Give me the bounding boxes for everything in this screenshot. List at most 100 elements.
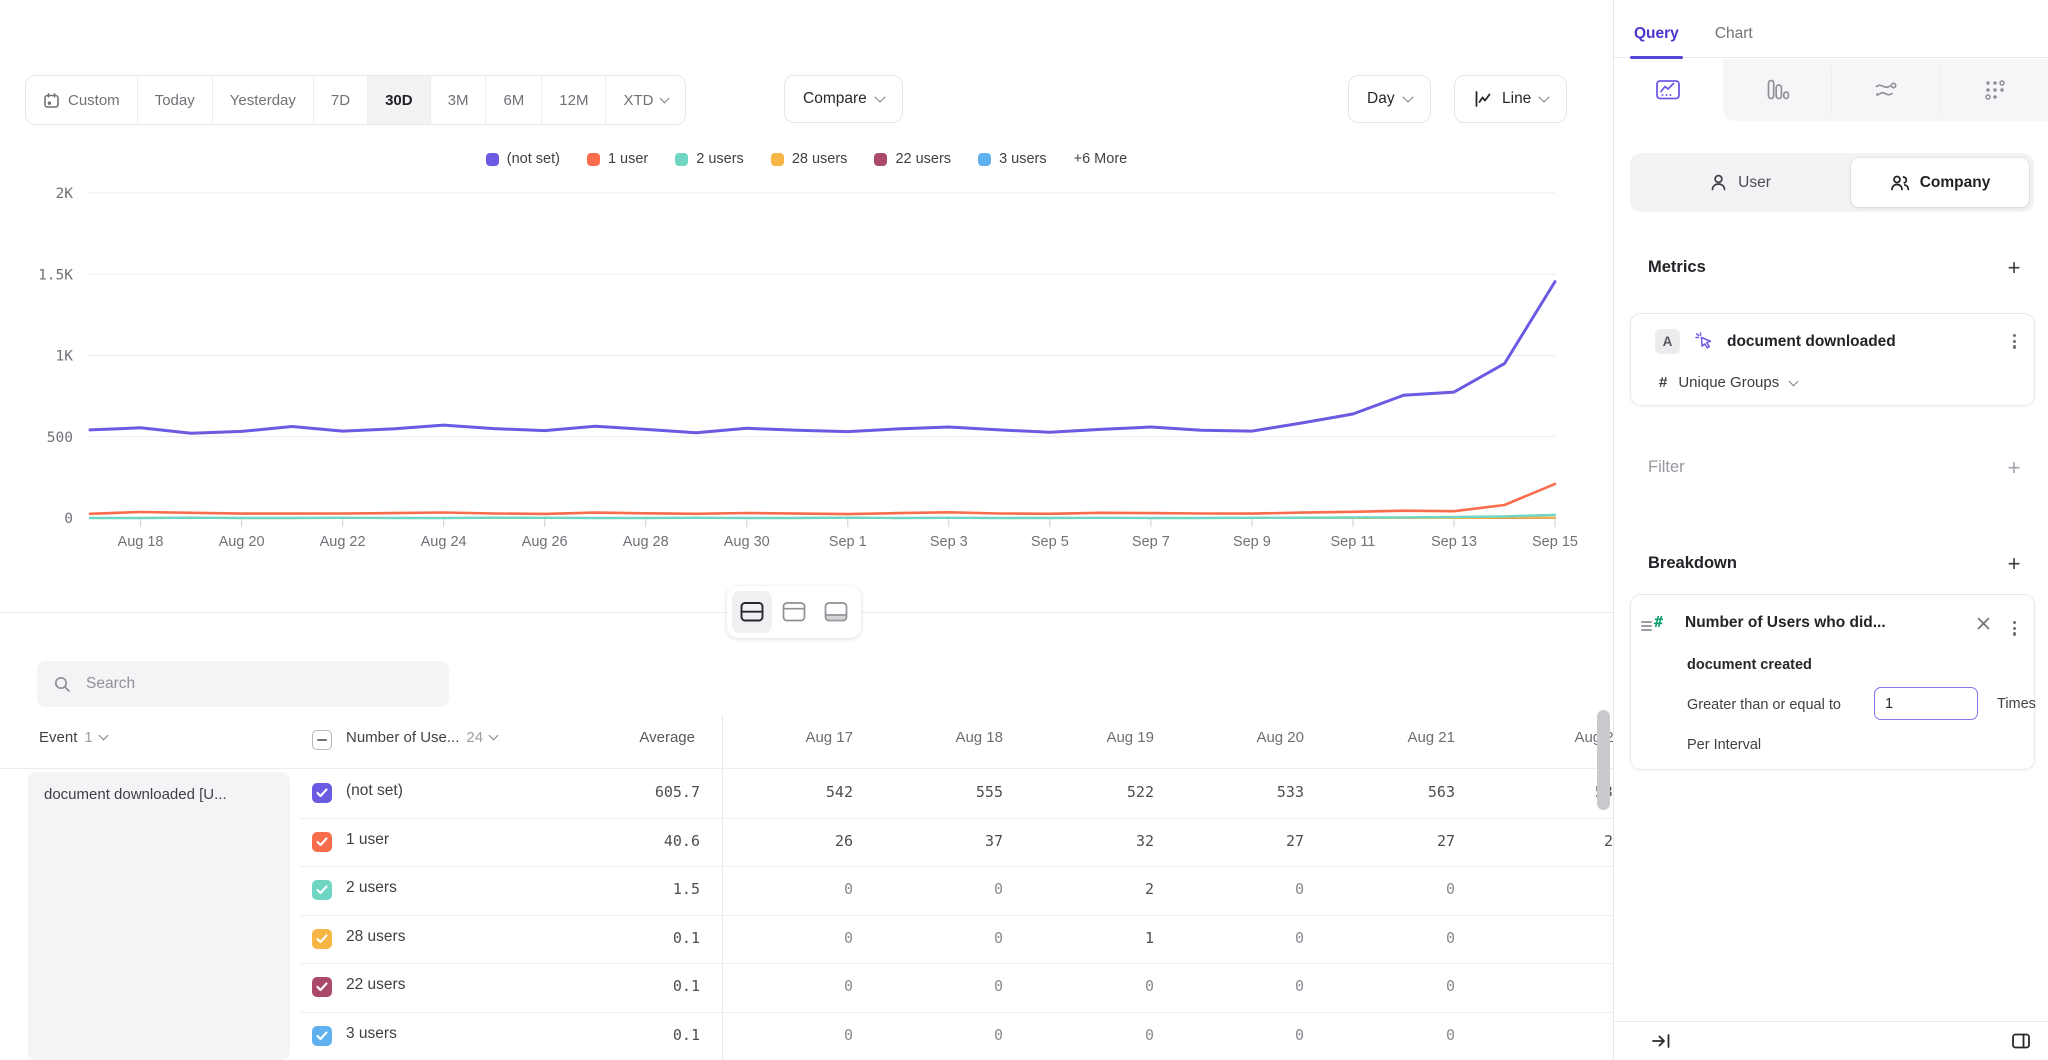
legend-more-button[interactable]: +6 More <box>1074 151 1128 167</box>
table-body: (not set)605.75425555225335635371 user40… <box>0 768 1613 1060</box>
measure-dropdown[interactable]: # Unique Groups <box>1659 374 1797 391</box>
x-axis-label: Sep 9 <box>1233 534 1271 550</box>
table-row[interactable]: (not set)605.7542555522533563537 <box>0 769 1613 818</box>
tab-chart[interactable]: Chart <box>1715 10 1753 57</box>
range-button-6m[interactable]: 6M <box>486 76 542 124</box>
value-cell: 0 <box>1154 1026 1304 1044</box>
breakdown-value-input[interactable] <box>1874 687 1978 720</box>
collapse-sidebar-icon[interactable] <box>1650 1030 1672 1057</box>
search-icon <box>53 675 72 694</box>
bar-chart-type-icon[interactable] <box>1764 77 1790 103</box>
series-column-header[interactable]: Number of Use... 24 <box>346 729 497 746</box>
people-icon <box>1890 173 1910 192</box>
row-checkbox[interactable] <box>312 977 332 997</box>
table-row[interactable]: 22 users0.1000000 <box>0 963 1613 1012</box>
drag-handle-icon[interactable] <box>1639 619 1654 633</box>
interval-dropdown[interactable]: Day <box>1348 75 1431 123</box>
tab-query[interactable]: Query <box>1634 10 1679 57</box>
value-cell: 0 <box>703 1026 853 1044</box>
value-cell: 555 <box>853 783 1003 801</box>
table-row[interactable]: 3 users0.1000000 <box>0 1012 1613 1060</box>
table-row[interactable]: 28 users0.1001000 <box>0 915 1613 964</box>
breakdown-menu-kebab-icon[interactable] <box>2009 617 2020 640</box>
breakdown-event-name[interactable]: document created <box>1687 657 1812 673</box>
entity-option-user[interactable]: User <box>1630 153 1850 212</box>
date-column-header: Aug 21 <box>1305 729 1455 746</box>
date-column-header: Aug 20 <box>1154 729 1304 746</box>
event-column-header[interactable]: Event 1 <box>39 729 107 746</box>
range-label: 6M <box>503 92 524 109</box>
layout-chart-only-button[interactable] <box>774 591 814 633</box>
value-cell: 26 <box>703 832 853 850</box>
value-cell: 533 <box>1154 783 1304 801</box>
row-checkbox[interactable] <box>312 832 332 852</box>
compare-button[interactable]: Compare <box>784 75 903 123</box>
main-panel: 05001K1.5K2KAug 18Aug 20Aug 22Aug 24Aug … <box>0 0 1613 1060</box>
event-count: 1 <box>84 729 92 746</box>
value-cell: 0 <box>703 880 853 898</box>
add-breakdown-button[interactable]: + <box>2002 553 2026 575</box>
event-sparkle-icon <box>1693 330 1714 356</box>
flow-chart-type-icon[interactable] <box>1873 77 1899 103</box>
range-button-3m[interactable]: 3M <box>431 76 487 124</box>
range-button-yesterday[interactable]: Yesterday <box>213 76 314 124</box>
x-axis-label: Sep 5 <box>1031 534 1069 550</box>
x-axis-label: Aug 18 <box>118 534 164 550</box>
legend-item[interactable]: 3 users <box>978 151 1047 167</box>
breakdown-property-name[interactable]: Number of Users who did... <box>1685 614 1886 632</box>
legend-item[interactable]: 28 users <box>771 151 848 167</box>
row-checkbox[interactable] <box>312 880 332 900</box>
legend-label: (not set) <box>507 151 560 167</box>
chart-legend: (not set) 1 user 2 users 28 users 22 users 3 … <box>0 151 1613 167</box>
row-checkbox[interactable] <box>312 929 332 949</box>
value-cell: 0 <box>1004 1026 1154 1044</box>
value-cell: 542 <box>703 783 853 801</box>
range-button-7d[interactable]: 7D <box>314 76 368 124</box>
range-button-12m[interactable]: 12M <box>542 76 606 124</box>
panel-toggle-icon[interactable] <box>2010 1030 2032 1057</box>
add-metric-button[interactable]: + <box>2002 257 2026 279</box>
range-button-xtd[interactable]: XTD <box>606 76 685 124</box>
value-cell: 563 <box>1305 783 1455 801</box>
chevron-down-icon <box>489 731 499 741</box>
legend-item[interactable]: 22 users <box>874 151 951 167</box>
metric-card: A document downloaded # Unique Groups <box>1630 313 2035 406</box>
series-line-2-users <box>90 515 1555 518</box>
close-icon[interactable] <box>1977 617 1990 635</box>
layout-table-only-button[interactable] <box>816 591 856 633</box>
y-axis-label: 0 <box>64 511 73 527</box>
value-cell: 0 <box>1472 880 1613 898</box>
value-cell: 0 <box>1004 977 1154 995</box>
entity-option-company[interactable]: Company <box>1851 158 2029 207</box>
row-checkbox[interactable] <box>312 1026 332 1046</box>
scatter-chart-type-icon[interactable] <box>1982 77 2008 103</box>
vertical-scrollbar[interactable] <box>1597 710 1610 810</box>
search-input[interactable] <box>84 674 433 694</box>
compare-label: Compare <box>803 90 867 108</box>
y-axis-label: 1K <box>56 349 74 365</box>
layout-split-button[interactable] <box>732 591 772 633</box>
line-chart-type-icon[interactable] <box>1655 77 1681 103</box>
range-button-custom[interactable]: Custom <box>26 76 138 124</box>
legend-item[interactable]: 2 users <box>675 151 744 167</box>
metric-event-name[interactable]: document downloaded <box>1727 333 1896 351</box>
average-cell: 605.7 <box>545 783 700 801</box>
row-checkbox[interactable] <box>312 783 332 803</box>
range-button-30d[interactable]: 30D <box>368 76 431 124</box>
table-row[interactable]: 2 users1.5002000 <box>0 866 1613 915</box>
metric-menu-kebab-icon[interactable] <box>2009 330 2020 353</box>
y-axis-label: 500 <box>47 430 73 446</box>
breakdown-per-interval-label[interactable]: Per Interval <box>1687 737 1761 753</box>
add-filter-button[interactable]: + <box>2002 457 2026 479</box>
breakdown-condition-label[interactable]: Greater than or equal to <box>1687 697 1841 713</box>
x-axis-label: Sep 13 <box>1431 534 1477 550</box>
x-axis-label: Aug 28 <box>623 534 669 550</box>
table-row[interactable]: 1 user40.6263732272728 <box>0 818 1613 867</box>
row-divider <box>300 915 1613 916</box>
legend-item[interactable]: 1 user <box>587 151 648 167</box>
legend-item[interactable]: (not set) <box>486 151 560 167</box>
chart-type-dropdown[interactable]: Line <box>1454 75 1567 123</box>
select-all-checkbox[interactable] <box>312 730 332 750</box>
range-button-today[interactable]: Today <box>138 76 213 124</box>
value-cell: 0 <box>853 977 1003 995</box>
